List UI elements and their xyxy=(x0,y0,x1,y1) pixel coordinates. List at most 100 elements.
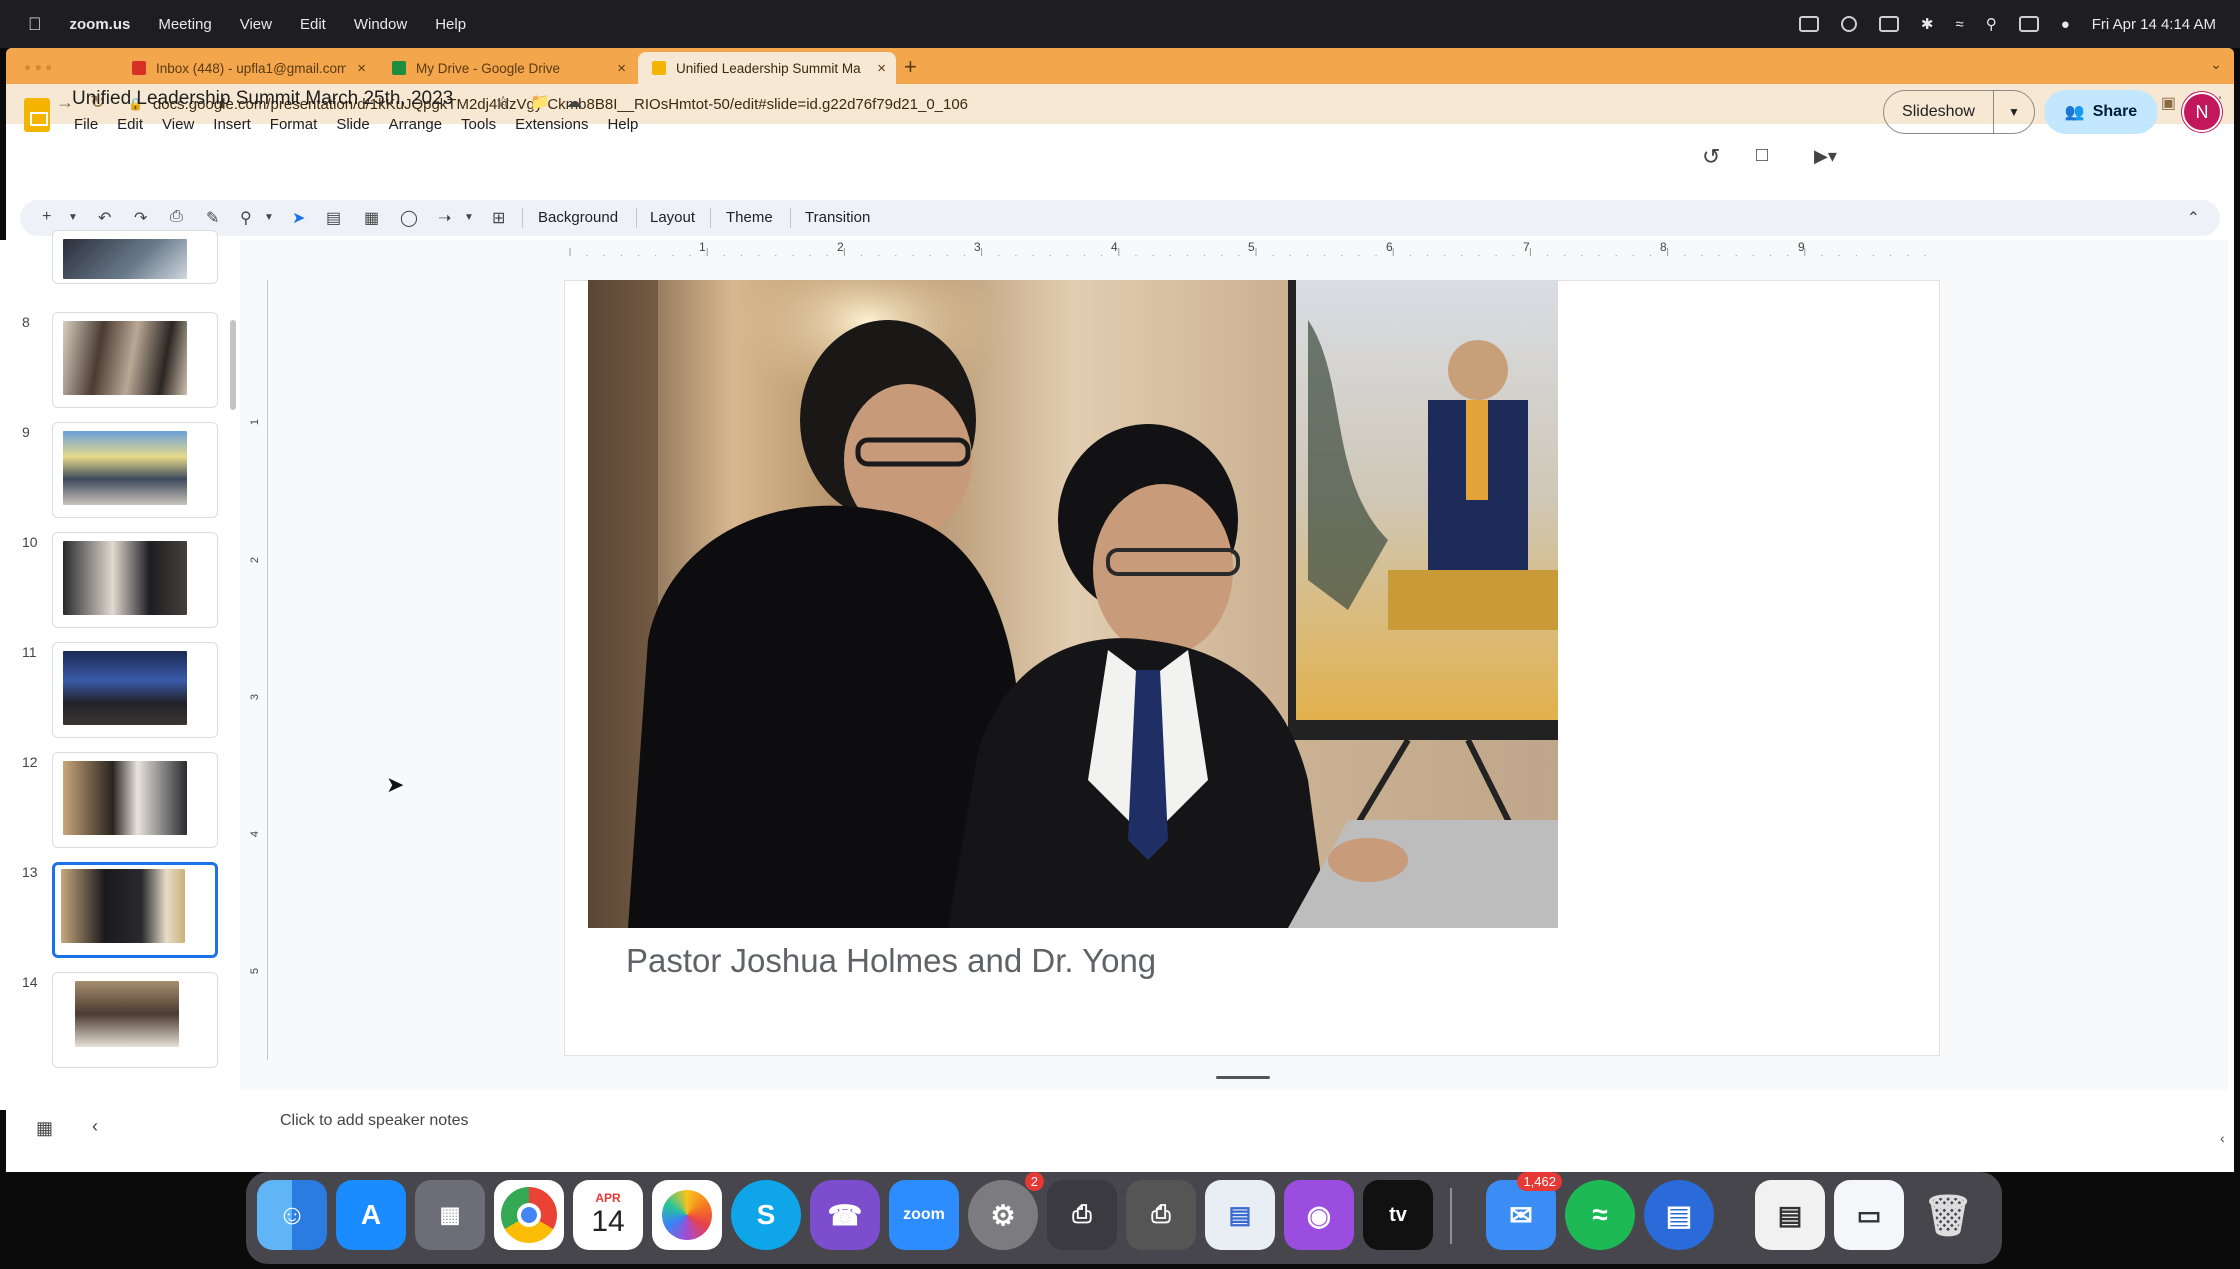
star-icon[interactable]: ☆ xyxy=(496,92,510,112)
mail-icon[interactable]: ✉ 1,462 xyxy=(1486,1172,1562,1250)
siri-icon[interactable]: ● xyxy=(2061,16,2070,33)
menu-arrange[interactable]: Arrange xyxy=(389,116,442,133)
new-slide-chevron-icon[interactable]: ▼ xyxy=(68,212,78,223)
launchpad-icon[interactable]: ▦ xyxy=(415,1180,485,1250)
transition-button[interactable]: Transition xyxy=(805,209,870,226)
window-controls[interactable]: ● ● ● xyxy=(24,60,52,74)
podcasts-icon[interactable]: ◉ xyxy=(1284,1180,1354,1250)
slides-logo-icon[interactable] xyxy=(24,98,50,132)
line-chevron-icon[interactable]: ▼ xyxy=(464,212,474,223)
calendar-icon[interactable]: APR 14 xyxy=(573,1180,643,1250)
redo-icon[interactable]: ↷ xyxy=(134,208,147,228)
slide-thumbnail-7[interactable] xyxy=(52,230,218,284)
side-panel-toggle-chevron-icon[interactable]: ‹ xyxy=(2220,1130,2225,1146)
menubar-item-edit[interactable]: Edit xyxy=(300,16,326,33)
close-tab-icon[interactable]: × xyxy=(877,60,886,77)
slide-thumbnail-14[interactable] xyxy=(52,972,218,1068)
screenshot-window-icon[interactable]: ▭ xyxy=(1834,1180,1904,1250)
speaker-notes-resize-handle[interactable] xyxy=(1216,1076,1270,1079)
new-tab-button[interactable]: + xyxy=(904,54,917,80)
tab-google-drive[interactable]: My Drive - Google Drive × xyxy=(378,52,636,84)
grid-view-icon[interactable]: ▦ xyxy=(36,1118,53,1139)
document-icon[interactable]: ▤ xyxy=(1755,1180,1825,1250)
clock-status-icon[interactable] xyxy=(1840,16,1857,32)
slide-thumbnail-11[interactable] xyxy=(52,642,218,738)
system-settings-icon[interactable]: ⚙ 2 xyxy=(968,1172,1044,1250)
apple-icon[interactable]:  xyxy=(28,14,42,35)
scanner-icon[interactable]: ⎙ xyxy=(1047,1180,1117,1250)
shape-icon[interactable]: ◯ xyxy=(400,208,418,228)
meet-video-icon[interactable]: ▶▾ xyxy=(1814,146,1837,167)
slideshow-button[interactable]: Slideshow ▼ xyxy=(1883,90,2035,134)
move-folder-icon[interactable]: 📁 xyxy=(530,92,550,112)
background-button[interactable]: Background xyxy=(538,209,618,226)
zoom-chevron-icon[interactable]: ▼ xyxy=(264,212,274,223)
photos-icon[interactable] xyxy=(652,1180,722,1250)
menu-extensions[interactable]: Extensions xyxy=(515,116,588,133)
document-title[interactable]: Unified Leadership Summit March 25th, 20… xyxy=(72,88,453,110)
menubar-item-window[interactable]: Window xyxy=(354,16,407,33)
zoom-icon[interactable]: ⚲ xyxy=(240,208,252,228)
menubar-item-meeting[interactable]: Meeting xyxy=(158,16,211,33)
cloud-saved-icon[interactable]: ☁ xyxy=(566,92,582,112)
menu-edit[interactable]: Edit xyxy=(117,116,143,133)
text-box-icon[interactable]: ▤ xyxy=(326,208,341,228)
menu-view[interactable]: View xyxy=(162,116,194,133)
menubar-item-help[interactable]: Help xyxy=(435,16,466,33)
chrome-icon[interactable] xyxy=(494,1180,564,1250)
select-cursor-icon[interactable]: ➤ xyxy=(292,208,305,228)
slide-thumbnail-9[interactable] xyxy=(52,422,218,518)
slide-thumbnail-12[interactable] xyxy=(52,752,218,848)
comment-add-icon[interactable]: ⊞ xyxy=(492,208,505,228)
theme-button[interactable]: Theme xyxy=(726,209,773,226)
print-icon[interactable]: ⎙ xyxy=(170,208,183,226)
menu-insert[interactable]: Insert xyxy=(213,116,251,133)
network-app-icon[interactable]: ▤ xyxy=(1644,1180,1714,1250)
wifi-icon[interactable]: ≈ xyxy=(1955,16,1963,33)
version-history-icon[interactable]: ↺ xyxy=(1702,144,1720,170)
collapse-filmstrip-chevron-icon[interactable]: ‹ xyxy=(92,1116,98,1137)
paint-format-icon[interactable]: ✎ xyxy=(206,208,219,228)
share-button[interactable]: 👥 Share xyxy=(2044,90,2158,134)
control-center-icon[interactable] xyxy=(2018,16,2039,32)
bluetooth-icon[interactable]: ✱ xyxy=(1921,15,1934,33)
slide-thumbnail-13-selected[interactable] xyxy=(52,862,218,958)
speaker-notes-field[interactable]: Click to add speaker notes xyxy=(280,1112,469,1130)
menu-help[interactable]: Help xyxy=(607,116,638,133)
menu-tools[interactable]: Tools xyxy=(461,116,496,133)
undo-icon[interactable]: ↶ xyxy=(98,208,111,228)
side-panel-icon[interactable]: ▣ xyxy=(2161,93,2176,113)
tab-list-chevron-icon[interactable]: ⌄ xyxy=(2210,56,2222,73)
menubar-clock[interactable]: Fri Apr 14 4:14 AM xyxy=(2092,16,2216,33)
new-slide-plus-icon[interactable]: + xyxy=(42,208,51,226)
comments-icon[interactable]: □ xyxy=(1756,144,1768,167)
trash-icon[interactable]: 🗑 xyxy=(1913,1180,1983,1250)
tab-slides[interactable]: Unified Leadership Summit Ma × xyxy=(638,52,896,84)
app-store-icon[interactable]: A xyxy=(336,1180,406,1250)
apple-tv-icon[interactable]: tv xyxy=(1363,1180,1433,1250)
layout-button[interactable]: Layout xyxy=(650,209,695,226)
printer-icon[interactable]: ⎙ xyxy=(1126,1180,1196,1250)
account-avatar[interactable]: N xyxy=(2182,92,2222,132)
menu-file[interactable]: File xyxy=(74,116,98,133)
tab-gmail[interactable]: Inbox (448) - upfla1@gmail.com × xyxy=(118,52,376,84)
slide-thumbnail-8[interactable] xyxy=(52,312,218,408)
zoom-icon[interactable]: zoom xyxy=(889,1180,959,1250)
finder-icon[interactable]: ☺ xyxy=(257,1180,327,1250)
viber-icon[interactable]: ☎ xyxy=(810,1180,880,1250)
collapse-toolbar-chevron-icon[interactable]: ⌃ xyxy=(2187,208,2200,228)
slide-photo[interactable] xyxy=(588,280,1558,928)
slideshow-dropdown-chevron-icon[interactable]: ▼ xyxy=(1994,105,2034,119)
spotify-icon[interactable]: ≈ xyxy=(1565,1180,1635,1250)
keyboard-status-icon[interactable] xyxy=(1878,16,1899,32)
filmstrip-scrollbar[interactable] xyxy=(230,320,236,410)
menubar-item-view[interactable]: View xyxy=(240,16,272,33)
image-icon[interactable]: ▦ xyxy=(364,208,379,228)
menu-format[interactable]: Format xyxy=(270,116,318,133)
print-center-icon[interactable]: ▤ xyxy=(1205,1180,1275,1250)
close-tab-icon[interactable]: × xyxy=(357,60,366,77)
spotlight-search-icon[interactable]: ⚲ xyxy=(1986,15,1997,33)
close-tab-icon[interactable]: × xyxy=(617,60,626,77)
slide-caption[interactable]: Pastor Joshua Holmes and Dr. Yong xyxy=(626,942,1156,980)
skype-icon[interactable]: S xyxy=(731,1180,801,1250)
